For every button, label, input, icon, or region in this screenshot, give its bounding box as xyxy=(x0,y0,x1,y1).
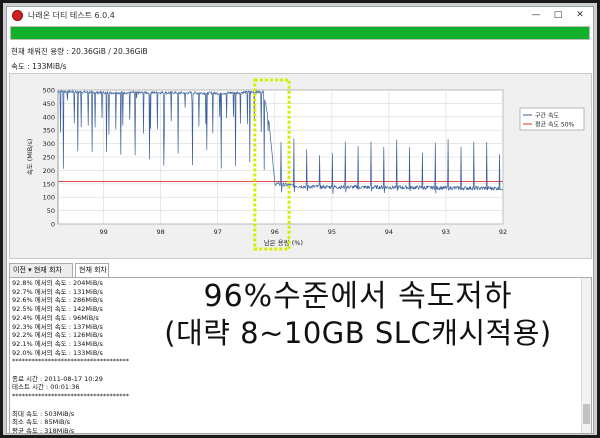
log-line: 92.0% 에서의 속도 : 133MiB/s xyxy=(12,348,103,357)
window-title: 나래온 더티 테스트 6.0.4 xyxy=(28,11,115,20)
log-lines: 92.8% 에서의 속도 : 204MiB/s 92.7% 에서의 속도 : 13… xyxy=(12,279,129,434)
overlay-annotation: 96%수준에서 속도저하 (대략 8~10GB SLC캐시적용) xyxy=(127,279,589,351)
app-window: 나래온 더티 테스트 6.0.4 — □ ✕ 현재 채워진 용량 : 20.36… xyxy=(6,6,594,434)
test-progress-bar xyxy=(10,26,590,40)
log-line: 평균 속도 : 318MiB/s xyxy=(12,426,75,434)
x-tick-label: 93 xyxy=(442,228,450,236)
log-line: 92.8% 에서의 속도 : 204MiB/s xyxy=(12,279,103,287)
x-tick-label: 99 xyxy=(100,228,108,236)
progress-fill xyxy=(11,27,589,39)
x-tick-label: 94 xyxy=(385,228,393,236)
x-tick-label: 92 xyxy=(499,228,507,236)
log-line: ************************************ xyxy=(12,392,129,401)
legend-entry: 평균 속도 50% xyxy=(535,120,575,128)
y-tick-label: 100 xyxy=(43,194,55,202)
tab-current-round[interactable]: 현재 회차 xyxy=(75,263,109,277)
log-line: 92.3% 에서의 속도 : 137MiB/s xyxy=(12,322,103,331)
scrollbar-thumb[interactable] xyxy=(583,404,590,424)
log-line: 테스트 시간 : 00:01:36 xyxy=(12,383,80,392)
screenshot-frame: 나래온 더티 테스트 6.0.4 — □ ✕ 현재 채워진 용량 : 20.36… xyxy=(0,0,600,438)
y-tick-label: 300 xyxy=(43,140,55,148)
log-line: 92.6% 에서의 속도 : 286MiB/s xyxy=(12,296,103,305)
capacity-label: 현재 채워진 용량 : 20.36GiB / 20.36GiB xyxy=(11,47,148,56)
y-tick-label: 200 xyxy=(43,167,55,175)
y-tick-label: 150 xyxy=(43,180,55,188)
log-line: 92.1% 에서의 속도 : 134MiB/s xyxy=(12,339,103,348)
speed-label: 속도 : 133MiB/s xyxy=(11,62,67,71)
x-tick-label: 95 xyxy=(328,228,336,236)
log-line: 최대 속도 : 503MiB/s xyxy=(12,409,75,418)
annotation-line-1: 96%수준에서 속도저하 xyxy=(203,279,513,314)
log-line: 최소 속도 : 85MiB/s xyxy=(12,418,71,427)
x-tick-label: 97 xyxy=(214,228,222,236)
maximize-icon[interactable]: □ xyxy=(547,8,569,23)
y-tick-label: 0 xyxy=(51,221,55,229)
y-tick-label: 50 xyxy=(47,207,55,215)
x-tick-label: 96 xyxy=(271,228,279,236)
legend-entry: 구간 속도 xyxy=(535,111,559,119)
y-tick-label: 450 xyxy=(43,100,55,108)
y-tick-label: 350 xyxy=(43,127,55,135)
app-icon xyxy=(12,10,23,21)
title-bar[interactable]: 나래온 더티 테스트 6.0.4 — □ ✕ xyxy=(7,7,593,25)
y-axis-label: 속도 (MiB/s) xyxy=(26,139,34,176)
log-line: 92.2% 에서의 속도 : 126MiB/s xyxy=(12,331,103,340)
minimize-icon[interactable]: — xyxy=(525,8,547,23)
y-tick-label: 250 xyxy=(43,154,55,162)
speed-chart-svg: 0 50 100 150 200 250 300 350 400 450 500 99 98 97 96 95… xyxy=(26,78,585,251)
log-line: ************************************ xyxy=(12,357,129,366)
log-line: 92.4% 에서의 속도 : 96MiB/s xyxy=(12,313,99,322)
tab-previous-round[interactable]: 이전 ▾ 현재 회차 xyxy=(9,263,73,277)
close-icon[interactable]: ✕ xyxy=(569,8,591,23)
x-tick-label: 98 xyxy=(157,228,165,236)
y-tick-label: 500 xyxy=(43,87,55,95)
log-line: 92.5% 에서의 속도 : 142MiB/s xyxy=(12,305,103,314)
annotation-line-2: (대략 8~10GB SLC캐시적용) xyxy=(164,316,552,350)
speed-chart: 0 50 100 150 200 250 300 350 400 450 500 99 98 97 96 95… xyxy=(9,73,592,259)
y-tick-label: 400 xyxy=(43,113,55,121)
x-axis-label: 남은 용량 (%) xyxy=(264,238,303,247)
